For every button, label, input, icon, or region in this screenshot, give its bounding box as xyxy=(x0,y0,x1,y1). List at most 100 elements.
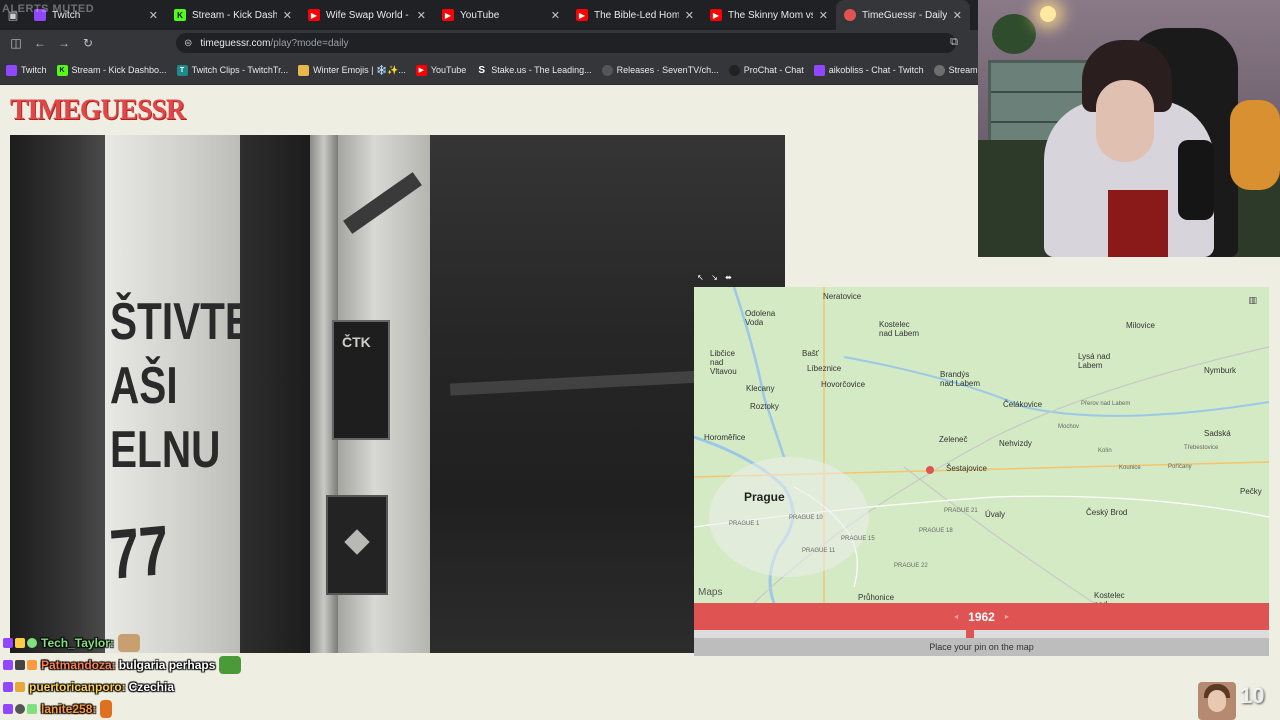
tab-timeguessr[interactable]: TimeGuessr - Daily ✕ xyxy=(836,0,970,30)
map-place-label: Poříčany xyxy=(1168,464,1192,470)
install-app-icon[interactable]: ⧉ xyxy=(950,36,958,49)
bookmark-twitch[interactable]: Twitch xyxy=(6,64,47,76)
tab-bible-led[interactable]: ▶ The Bible-Led Home vs. Th ✕ xyxy=(568,0,702,30)
map-place-label: PRAGUE 11 xyxy=(802,548,836,554)
map-place-label: Brandýs nad Labem xyxy=(940,370,981,388)
github-icon xyxy=(601,64,613,76)
map-place-label: Kolín xyxy=(1098,448,1112,454)
close-icon[interactable]: ✕ xyxy=(417,9,426,22)
back-arrow-icon[interactable]: ← xyxy=(28,31,52,55)
map-place-label: PRAGUE 10 xyxy=(789,515,823,521)
frog-badge xyxy=(27,638,37,648)
year-decrease-icon[interactable]: ◂ xyxy=(954,612,958,621)
webcam-feed xyxy=(978,0,1280,257)
map-place-label: PRAGUE 1 xyxy=(729,521,760,527)
timeguessr-icon xyxy=(844,9,856,21)
kick-icon: K xyxy=(174,9,186,21)
sub-tier-badge xyxy=(15,704,25,714)
photo-doorway xyxy=(10,135,110,653)
tab-youtube[interactable]: ▶ YouTube ✕ xyxy=(434,0,568,30)
close-icon[interactable]: ✕ xyxy=(953,9,962,22)
bookmark-label: YouTube xyxy=(430,65,467,75)
chat-username: Patmandoza: xyxy=(41,658,116,672)
streamer-shirt xyxy=(1108,190,1168,257)
map-place-label: Kostelec nad xyxy=(1094,591,1125,603)
photo-sign-text: ČTK xyxy=(342,334,371,350)
expand-icon[interactable]: ↖ xyxy=(694,271,707,284)
subscriber-badge xyxy=(3,660,13,670)
youtube-icon: ▶ xyxy=(308,9,320,21)
year-value: 1962 xyxy=(968,609,995,624)
map-place-label: Sadská xyxy=(1204,429,1231,438)
place-pin-button[interactable]: Place your pin on the map xyxy=(694,638,1269,656)
map-place-label: Líbeznice xyxy=(807,364,842,373)
bookmark-aikobliss[interactable]: aikobliss - Chat - Twitch xyxy=(813,64,924,76)
bookmark-label: Releases · SevenTV/ch... xyxy=(616,65,719,75)
tab-skinny-mom[interactable]: ▶ The Skinny Mom vs The He ✕ xyxy=(702,0,836,30)
tab-label: Wife Swap World - YouTub xyxy=(326,9,411,21)
year-increase-icon[interactable]: ▸ xyxy=(1005,612,1009,621)
chat-username: puertoricanporo: xyxy=(29,680,126,694)
map-roads xyxy=(694,287,1269,603)
bookmark-youtube[interactable]: ▶ YouTube xyxy=(415,64,467,76)
forward-arrow-icon[interactable]: → xyxy=(52,31,76,55)
avatar-face xyxy=(1208,690,1226,712)
timeguessr-page: TIMEGUESSR ŠTIVTE AŠI ELNU 77 ČTK ↖ ↘ ⬌ xyxy=(0,85,1269,720)
stream-chat-overlay: Tech_Taylor: Patmandoza: bulgaria perhap… xyxy=(3,632,423,720)
stake-icon: S xyxy=(476,64,488,76)
close-icon[interactable]: ✕ xyxy=(551,9,560,22)
shrink-icon[interactable]: ↘ xyxy=(708,271,721,284)
youtube-icon: ▶ xyxy=(442,9,454,21)
bookmark-label: Twitch Clips - TwitchTr... xyxy=(191,65,289,75)
microphone-icon xyxy=(1178,140,1214,220)
year-slider[interactable] xyxy=(694,629,1269,639)
tab-label: Stream - Kick Dashboar xyxy=(192,9,277,21)
pin-toggle-icon[interactable]: ⬌ xyxy=(722,271,735,284)
tab-kick[interactable]: K Stream - Kick Dashboar ✕ xyxy=(166,0,300,30)
close-icon[interactable]: ✕ xyxy=(685,9,694,22)
timeguessr-logo[interactable]: TIMEGUESSR xyxy=(10,93,186,127)
close-icon[interactable]: ✕ xyxy=(283,9,292,22)
close-icon[interactable]: ✕ xyxy=(149,9,158,22)
bookmark-label: Stream - Kick Dashbo... xyxy=(71,65,167,75)
map-place-label: Průhonice xyxy=(858,593,895,602)
map-style-icon[interactable]: ▥ xyxy=(1248,295,1257,306)
photo-wall-text: ŠTIVTE AŠI ELNU xyxy=(110,293,252,479)
bits-badge xyxy=(27,660,37,670)
url-path: /play?mode=daily xyxy=(270,37,349,49)
map-place-label: Prague xyxy=(744,490,785,504)
pepe-emote-icon xyxy=(219,656,242,674)
sidebar-toggle-icon[interactable]: ◫ xyxy=(4,31,28,55)
reload-icon[interactable]: ↻ xyxy=(76,31,100,55)
address-bar[interactable]: ⊜ timeguessr.com/play?mode=daily ⧉ xyxy=(176,33,958,53)
photo-shadow xyxy=(240,135,320,653)
prime-badge xyxy=(15,682,25,692)
bookmark-label: Twitch xyxy=(21,65,47,75)
round-photo[interactable]: ŠTIVTE AŠI ELNU 77 ČTK xyxy=(10,135,785,653)
tab-wife-swap[interactable]: ▶ Wife Swap World - YouTub ✕ xyxy=(300,0,434,30)
map-place-label: PRAGUE 15 xyxy=(841,536,875,542)
chat-message: Patmandoza: bulgaria perhaps xyxy=(3,654,423,676)
map-place-label: Pečky xyxy=(1240,487,1262,496)
map-place-label: Nehvizdy xyxy=(999,439,1032,448)
subscriber-badge xyxy=(3,704,13,714)
map-place-label: Lysá nad Labem xyxy=(1078,352,1111,370)
close-icon[interactable]: ✕ xyxy=(819,9,828,22)
bookmark-winter-emojis[interactable]: Winter Emojis | ❄️✨... xyxy=(298,64,406,76)
plant-icon xyxy=(992,14,1036,54)
bookmark-prochat[interactable]: ProChat - Chat xyxy=(728,64,804,76)
guess-map[interactable]: Neratovice Odolena Voda Kostelec nad Labem… xyxy=(694,287,1269,603)
frog-badge xyxy=(27,704,37,714)
bookmark-kick[interactable]: K Stream - Kick Dashbo... xyxy=(56,64,167,76)
lamp-icon xyxy=(1040,6,1056,22)
bookmark-twitch-clips[interactable]: T Twitch Clips - TwitchTr... xyxy=(176,64,289,76)
kick-icon: K xyxy=(56,64,68,76)
bookmark-stake[interactable]: S Stake.us - The Leading... xyxy=(476,64,592,76)
map-place-label: Kounice xyxy=(1119,465,1141,471)
bookmark-label: Winter Emojis | ❄️✨... xyxy=(313,64,406,75)
map-place-label: PRAGUE 22 xyxy=(894,563,928,569)
bookmark-seventv[interactable]: Releases · SevenTV/ch... xyxy=(601,64,719,76)
map-place-label: Mochov xyxy=(1058,424,1080,430)
map-place-label: Horoměřice xyxy=(704,433,746,442)
site-info-icon[interactable]: ⊜ xyxy=(184,38,192,49)
